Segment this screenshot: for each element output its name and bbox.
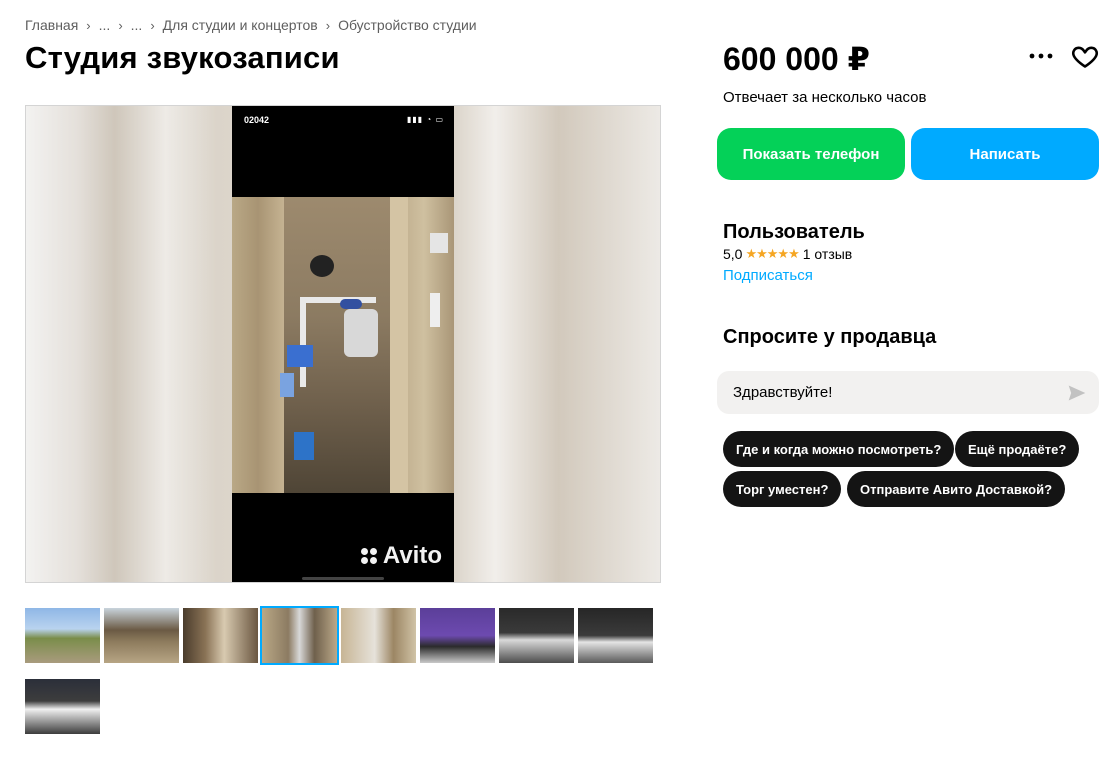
- price: 600 000 ₽: [723, 41, 870, 77]
- breadcrumb-home[interactable]: Главная: [25, 17, 78, 33]
- message-field[interactable]: [717, 371, 1099, 414]
- heart-icon: [1072, 46, 1098, 68]
- reviews-link[interactable]: 1 отзыв: [803, 246, 853, 262]
- phone-screenshot-image: 02042 ▮▮▮ ◔ ▭ Avito: [232, 106, 454, 582]
- seller-rating: 5,0 ★★★★★ 1 отзыв: [723, 246, 852, 262]
- thumbnail[interactable]: [104, 608, 179, 663]
- ask-seller-title: Спросите у продавца: [723, 326, 937, 348]
- phone-status-time: 02042: [244, 115, 270, 125]
- breadcrumb-collapsed-2[interactable]: ...: [131, 17, 143, 33]
- chevron-right-icon: ›: [118, 17, 123, 33]
- quick-question-chip[interactable]: Торг уместен?: [723, 471, 842, 507]
- rating-value: 5,0: [723, 246, 743, 262]
- chevron-right-icon: ›: [150, 17, 155, 33]
- thumbnail[interactable]: [260, 606, 339, 665]
- breadcrumb: Главная › ... › ... › Для студии и конце…: [25, 17, 477, 33]
- quick-question-chip[interactable]: Ещё продаёте?: [955, 431, 1080, 467]
- thumbnail[interactable]: [420, 608, 495, 663]
- watermark-text: Avito: [382, 542, 442, 569]
- breadcrumb-subcategory[interactable]: Обустройство студии: [338, 17, 477, 33]
- quick-question-chip[interactable]: Где и когда можно посмотреть?: [723, 431, 955, 467]
- chevron-right-icon: ›: [86, 17, 91, 33]
- write-message-button[interactable]: Написать: [911, 128, 1099, 180]
- subscribe-link[interactable]: Подписаться: [723, 267, 813, 284]
- send-icon[interactable]: [1067, 383, 1087, 403]
- chevron-right-icon: ›: [325, 17, 331, 33]
- avito-logo-icon: [360, 548, 379, 564]
- seller-name[interactable]: Пользователь: [723, 221, 865, 244]
- thumbnail[interactable]: [341, 608, 416, 663]
- show-phone-button[interactable]: Показать телефон: [717, 128, 905, 180]
- phone-status-icons: ▮▮▮ ◔ ▭: [406, 115, 444, 124]
- thumbnail[interactable]: [578, 608, 653, 663]
- favorite-button[interactable]: [1071, 42, 1099, 70]
- page-title: Студия звукозаписи: [25, 40, 340, 75]
- response-time: Отвечает за несколько часов: [723, 89, 927, 106]
- thumbnail[interactable]: [183, 608, 258, 663]
- thumbnail[interactable]: [499, 608, 574, 663]
- main-photo[interactable]: 02042 ▮▮▮ ◔ ▭ Avito: [25, 105, 661, 583]
- more-options-button[interactable]: [1027, 45, 1055, 67]
- breadcrumb-category[interactable]: Для студии и концертов: [163, 17, 318, 33]
- thumbnail[interactable]: [25, 679, 100, 734]
- avito-watermark: Avito: [360, 542, 442, 570]
- breadcrumb-collapsed-1[interactable]: ...: [99, 17, 111, 33]
- message-input[interactable]: [733, 384, 1053, 401]
- studio-room-photo: [232, 197, 454, 493]
- thumbnail[interactable]: [25, 608, 100, 663]
- more-dots-icon: [1029, 53, 1053, 59]
- quick-question-chip[interactable]: Отправите Авито Доставкой?: [847, 471, 1066, 507]
- rating-stars-icon: ★★★★★: [745, 246, 799, 261]
